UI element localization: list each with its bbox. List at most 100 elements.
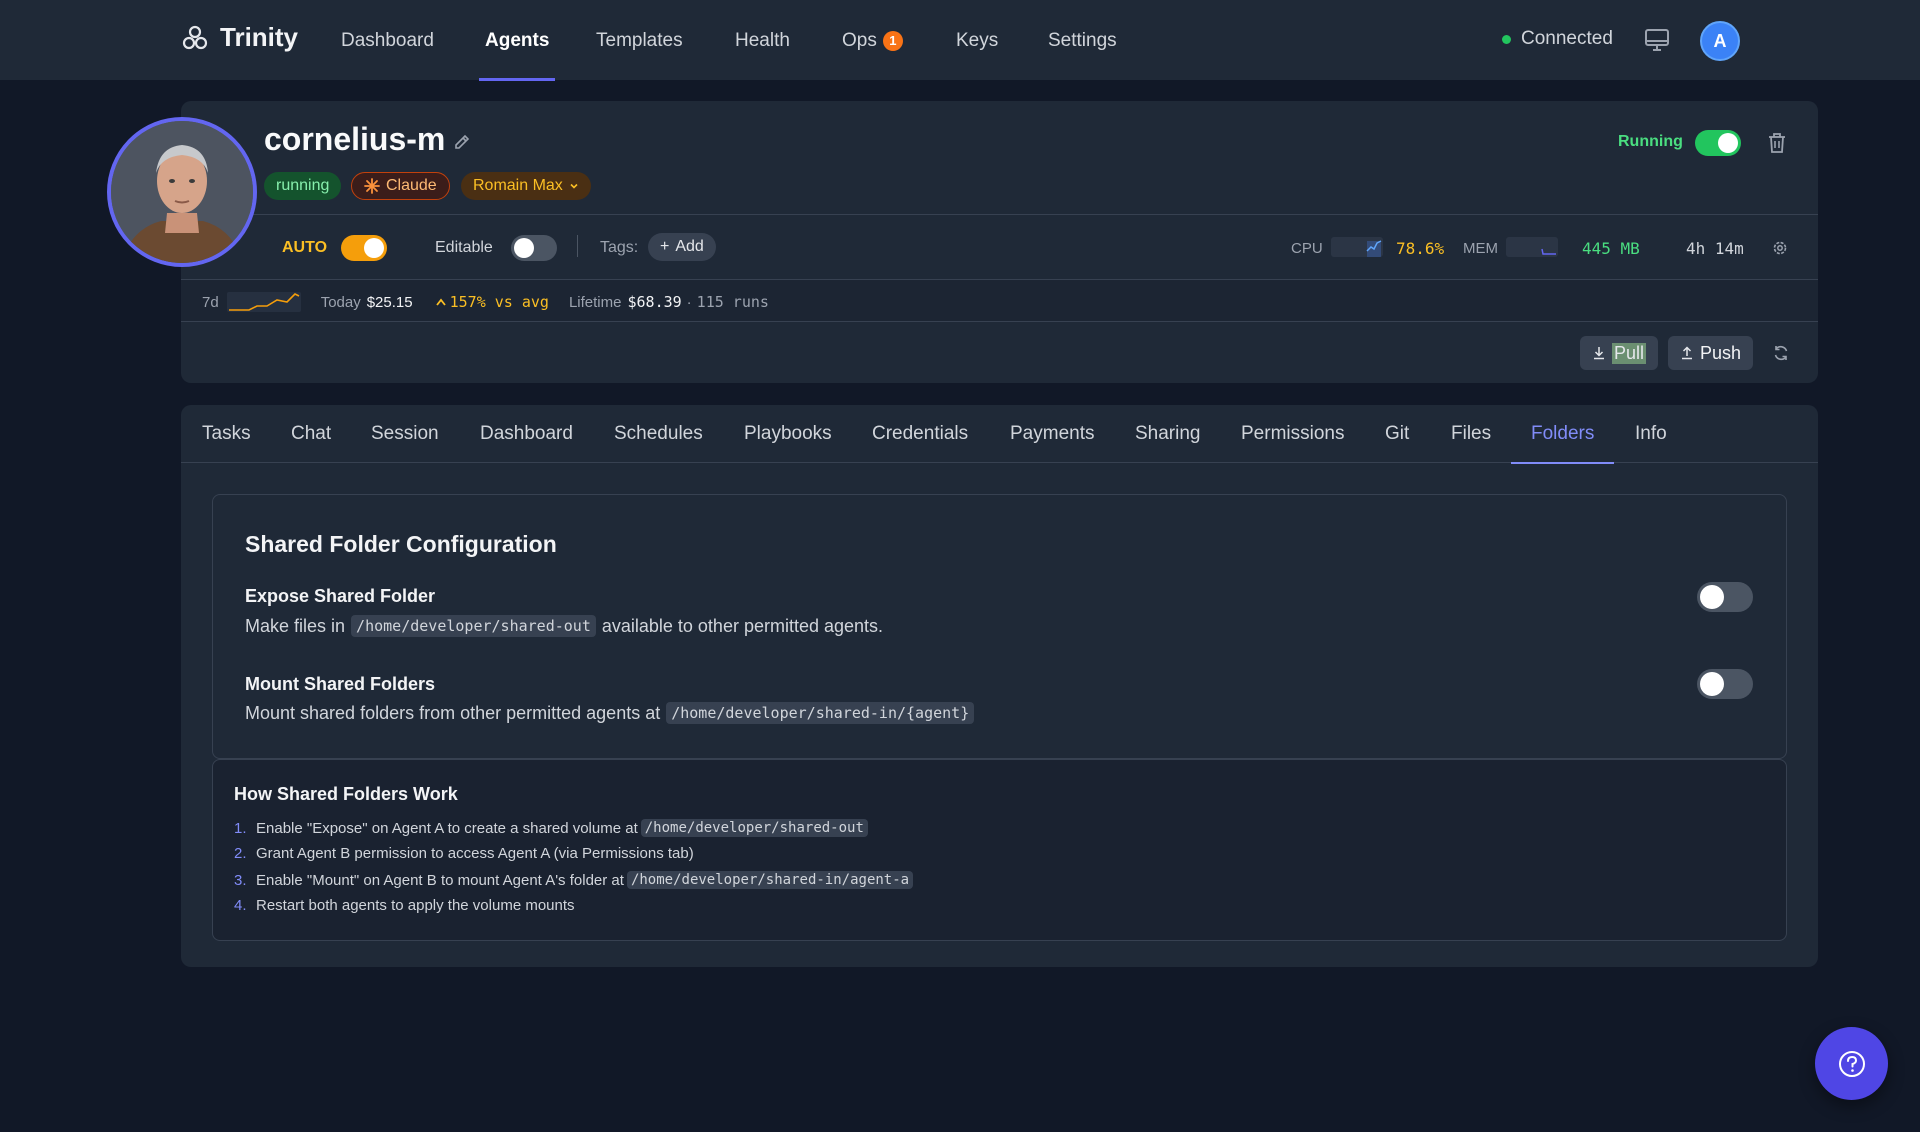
tab-credentials[interactable]: Credentials [872,405,968,463]
expose-path: /home/developer/shared-out [351,615,596,637]
mount-folders-description: Mount shared folders from other permitte… [245,702,980,724]
add-tag-button[interactable]: + Add [648,233,716,261]
refresh-icon[interactable] [1772,344,1790,362]
how-step: 2. Grant Agent B permission to access Ag… [234,845,694,862]
nav-ops-label: Ops [842,29,877,51]
nav-keys[interactable]: Keys [956,0,998,81]
step-text: Enable "Mount" on Agent B to mount Agent… [256,871,624,889]
lifetime-label: Lifetime [568,293,622,311]
nav-agents[interactable]: Agents [478,0,556,81]
toggle-knob [1700,672,1724,696]
claude-sunburst-icon [364,178,380,194]
toggle-knob [364,238,384,258]
monitor-icon[interactable] [1643,27,1671,53]
step-number: 4. [234,897,247,914]
help-button[interactable] [1815,1027,1888,1100]
brand-name: Trinity [220,22,299,52]
cost-row: 7d Today $25.15 157% vs avg Lifetime $68… [181,279,1818,321]
running-toggle[interactable] [1695,130,1741,156]
trinity-logo-icon [182,25,208,49]
shared-folder-config-panel: Shared Folder Configuration Expose Share… [212,494,1787,759]
expose-folder-toggle[interactable] [1697,582,1753,612]
cost-period: 7d [202,293,219,311]
tab-playbooks[interactable]: Playbooks [744,405,832,463]
brand[interactable]: Trinity [182,22,298,53]
connection-status: Connected [1502,28,1613,50]
how-it-works-panel: How Shared Folders Work 1. Enable "Expos… [212,759,1787,941]
nav-health[interactable]: Health [735,0,790,81]
cpu-label: CPU [1291,240,1323,257]
nav-ops[interactable]: Ops 1 [842,0,903,81]
download-icon [1594,347,1604,360]
how-step: 1. Enable "Expose" on Agent A to create … [234,819,872,837]
gear-icon[interactable] [1771,239,1789,257]
how-step: 3. Enable "Mount" on Agent B to mount Ag… [234,871,917,889]
agent-controls-row: AUTO Editable Tags: + Add CPU 78.6% MEM [181,214,1818,279]
mem-value: 445 MB [1582,239,1640,258]
cost-change: 157% vs avg [449,293,549,311]
pull-button[interactable]: Pull [1580,336,1659,370]
mem-label: MEM [1463,240,1498,257]
connection-status-label: Connected [1521,28,1613,49]
tab-dashboard[interactable]: Dashboard [480,405,573,463]
tab-git[interactable]: Git [1385,405,1409,463]
tab-bar: Tasks Chat Session Dashboard Schedules P… [181,405,1818,464]
tab-session[interactable]: Session [371,405,439,463]
nav-dashboard[interactable]: Dashboard [341,0,434,81]
expose-folder-title: Expose Shared Folder [245,586,436,606]
tab-tasks[interactable]: Tasks [202,405,251,463]
status-badge: running [264,172,342,200]
expose-desc-suffix: available to other permitted agents. [601,615,884,636]
tab-chat[interactable]: Chat [291,405,331,463]
step-number: 2. [234,845,247,862]
chevron-down-icon [570,183,578,189]
step-code: /home/developer/shared-in/agent-a [626,871,914,889]
step-number: 3. [234,871,247,889]
agent-name: cornelius-m [264,121,446,157]
tab-permissions[interactable]: Permissions [1241,405,1344,463]
agent-portrait-image [111,121,253,263]
agent-title-row: cornelius-m running Claude Romain Max Ru… [181,101,1818,214]
cpu-sparkline [1331,237,1383,257]
model-badge: Claude [351,172,450,200]
tab-schedules[interactable]: Schedules [614,405,703,463]
step-text: Restart both agents to apply the volume … [256,897,575,914]
push-label: Push [1700,342,1742,363]
how-title: How Shared Folders Work [234,784,458,804]
trash-icon[interactable] [1766,131,1788,155]
editable-toggle[interactable] [511,235,557,261]
mount-folders-toggle[interactable] [1697,669,1753,699]
tab-sharing[interactable]: Sharing [1135,405,1201,463]
owner-dropdown[interactable]: Romain Max [461,172,591,200]
mount-path: /home/developer/shared-in/{agent} [666,702,975,724]
user-avatar-button[interactable]: A [1700,21,1740,61]
nav-templates[interactable]: Templates [596,0,683,81]
owner-label: Romain Max [473,177,563,194]
tab-folders[interactable]: Folders [1510,405,1615,464]
trend-up-icon [435,298,446,306]
running-label: Running [1618,133,1683,150]
auto-label: AUTO [282,239,328,256]
agent-avatar[interactable] [107,117,257,267]
toggle-knob [514,238,534,258]
step-number: 1. [234,819,247,837]
plus-icon: + [660,238,670,255]
top-navbar: Trinity Dashboard Agents Templates Healt… [0,0,1920,81]
editable-label: Editable [435,239,493,256]
pencil-edit-icon[interactable] [452,132,472,152]
auto-toggle[interactable] [341,235,387,261]
cpu-value: 78.6% [1396,239,1445,258]
tab-info[interactable]: Info [1635,405,1667,463]
tab-files[interactable]: Files [1451,405,1491,463]
separator: · [686,293,692,311]
nav-settings[interactable]: Settings [1048,0,1117,81]
push-button[interactable]: Push [1668,336,1754,370]
agent-header-card: cornelius-m running Claude Romain Max Ru… [181,101,1818,383]
expose-desc-prefix: Make files in [245,615,346,636]
toggle-knob [1718,133,1738,153]
cost-sparkline [226,292,301,312]
question-circle-icon [1838,1050,1865,1077]
agent-detail-panel: Tasks Chat Session Dashboard Schedules P… [181,405,1818,967]
step-text: Grant Agent B permission to access Agent… [256,845,694,862]
tab-payments[interactable]: Payments [1010,405,1094,463]
